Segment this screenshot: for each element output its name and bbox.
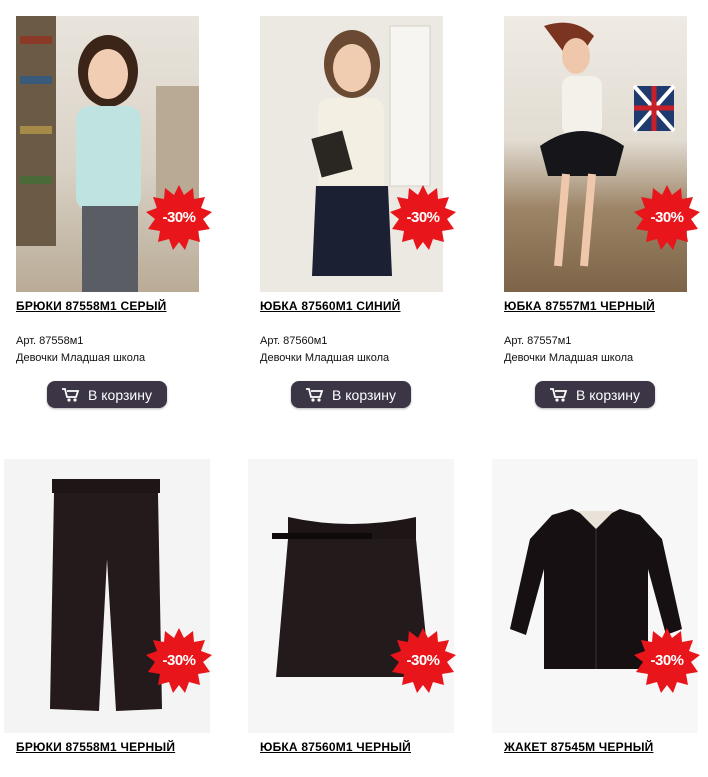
product-title-link[interactable]: ЮБКА 87560М1 СИНИЙ [260, 299, 401, 313]
product-title-link[interactable]: БРЮКИ 87558М1 СЕРЫЙ [16, 299, 167, 313]
discount-label: -30% [162, 209, 196, 226]
add-to-cart-button[interactable]: В корзину [47, 381, 167, 408]
product-title-link[interactable]: ЮБКА 87557М1 ЧЕРНЫЙ [504, 299, 655, 313]
product-category: Девочки Младшая школа [16, 352, 146, 364]
product-title-link[interactable]: ЖАКЕТ 87545М ЧЕРНЫЙ [504, 740, 653, 754]
discount-label: -30% [406, 209, 440, 226]
shopping-cart-icon [306, 387, 324, 402]
add-to-cart-label: В корзину [88, 386, 152, 403]
product-article: Арт. 87558м1 [16, 335, 84, 347]
add-to-cart-label: В корзину [332, 386, 396, 403]
product-title-link[interactable]: БРЮКИ 87558М1 ЧЕРНЫЙ [16, 740, 175, 754]
product-category: Девочки Младшая школа [504, 352, 634, 364]
discount-badge: -30% [390, 185, 456, 251]
discount-badge: -30% [146, 628, 212, 694]
discount-badge: -30% [146, 185, 212, 251]
discount-label: -30% [406, 652, 440, 669]
discount-badge: -30% [634, 628, 700, 694]
discount-label: -30% [650, 209, 684, 226]
add-to-cart-button[interactable]: В корзину [291, 381, 411, 408]
add-to-cart-label: В корзину [576, 386, 640, 403]
shopping-cart-icon [62, 387, 80, 402]
discount-label: -30% [650, 652, 684, 669]
product-title-link[interactable]: ЮБКА 87560М1 ЧЕРНЫЙ [260, 740, 411, 754]
discount-label: -30% [162, 652, 196, 669]
product-article: Арт. 87560м1 [260, 335, 328, 347]
add-to-cart-button[interactable]: В корзину [535, 381, 655, 408]
discount-badge: -30% [634, 185, 700, 251]
shopping-cart-icon [550, 387, 568, 402]
discount-badge: -30% [390, 628, 456, 694]
product-category: Девочки Младшая школа [260, 352, 390, 364]
product-article: Арт. 87557м1 [504, 335, 572, 347]
